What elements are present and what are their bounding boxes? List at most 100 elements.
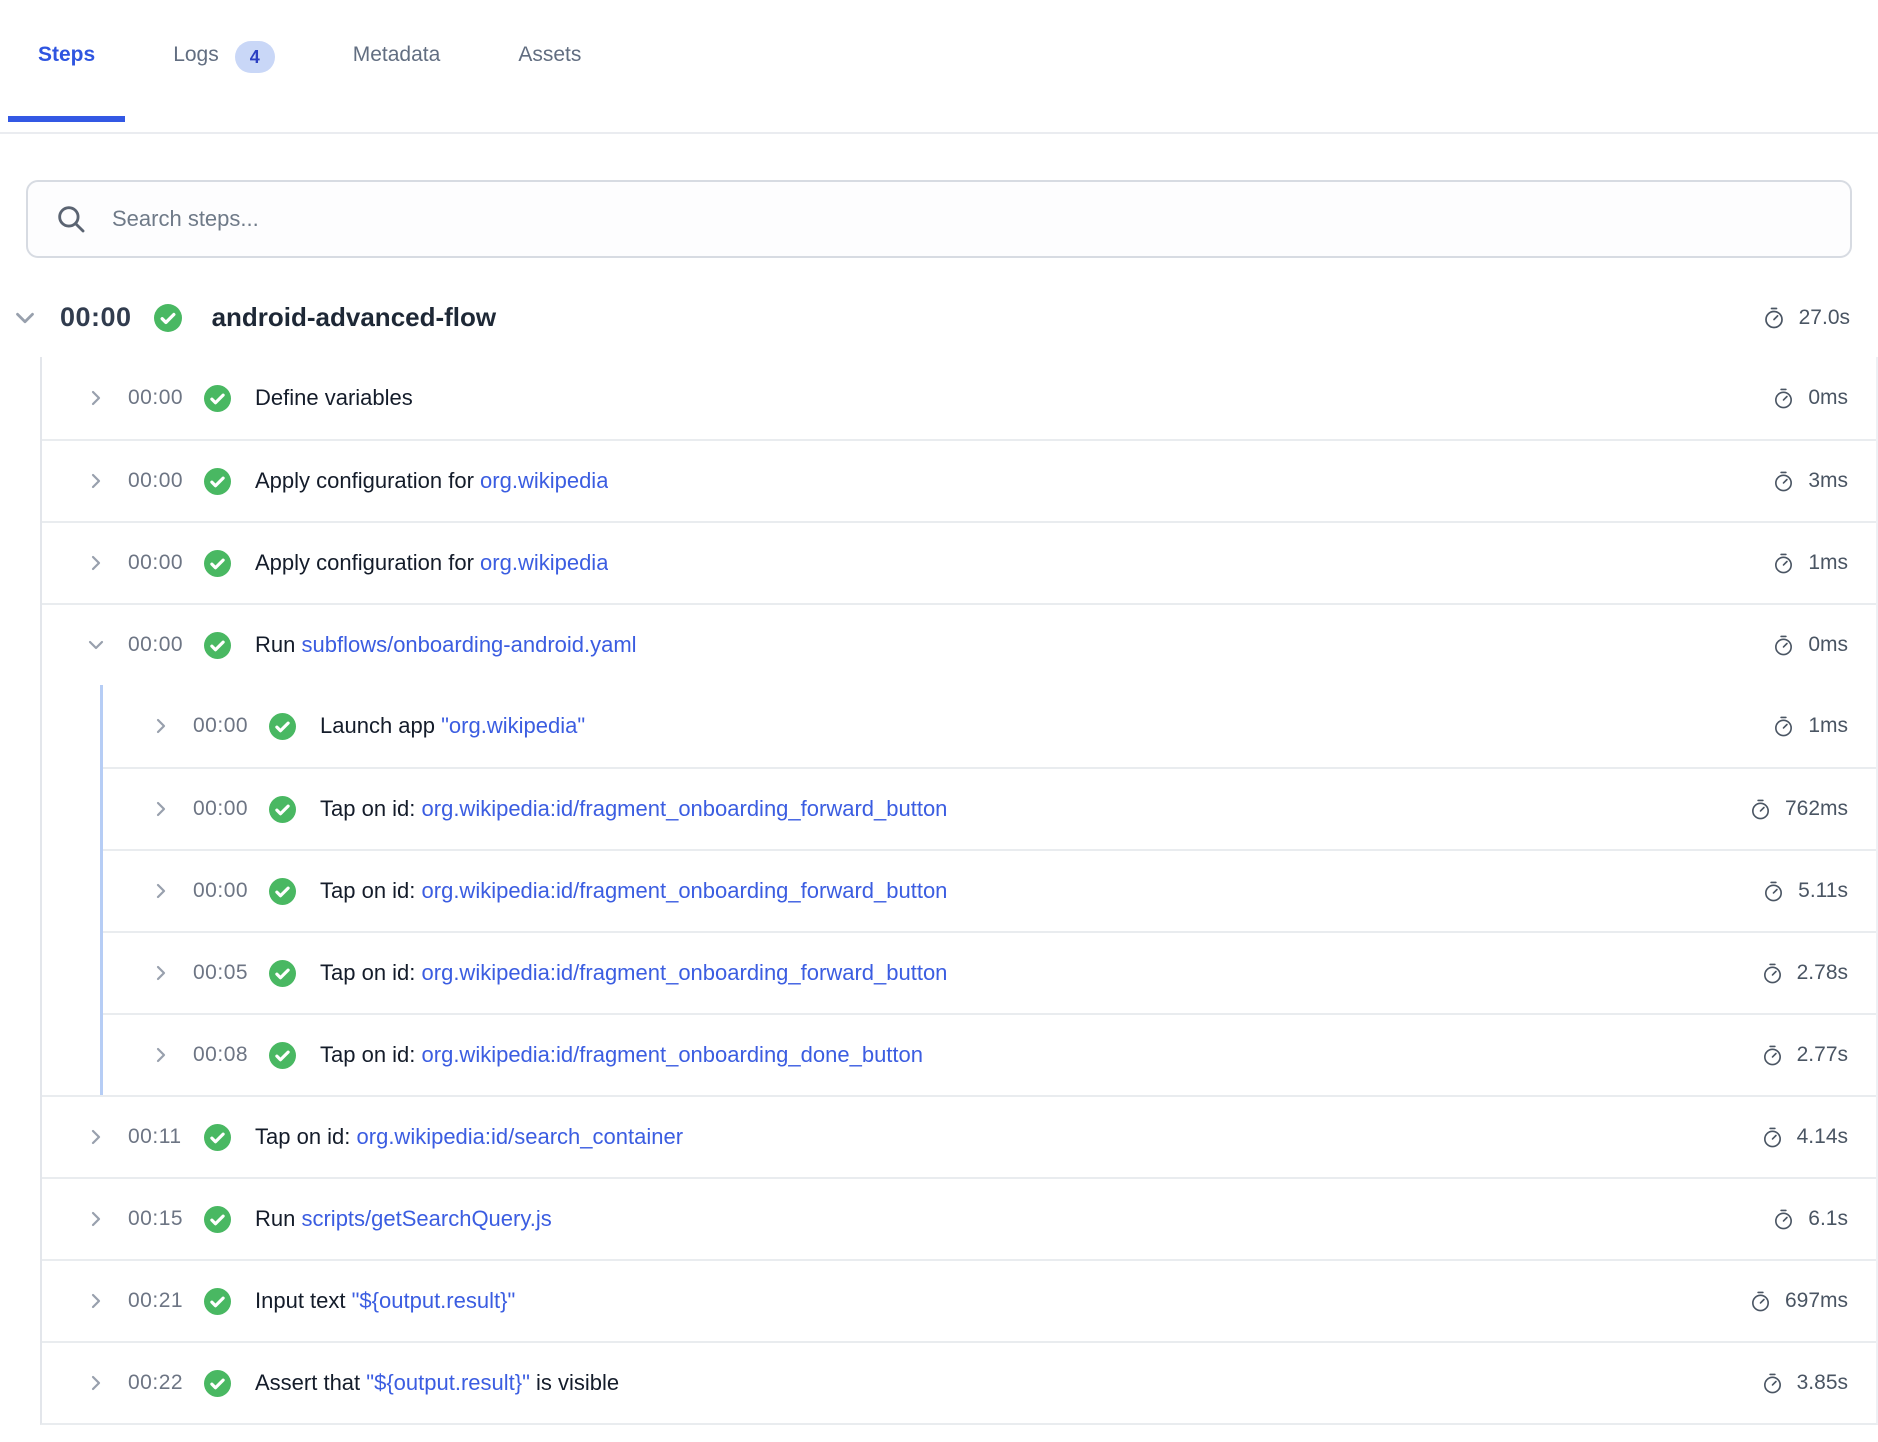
step-duration-text: 4.14s — [1797, 1125, 1848, 1149]
step-row[interactable]: 00:00Tap on id: org.wikipedia:id/fragmen… — [103, 767, 1876, 849]
stopwatch-icon — [1772, 552, 1795, 575]
step-row[interactable]: 00:00Apply configuration for org.wikiped… — [42, 439, 1876, 521]
step-duration-text: 697ms — [1785, 1289, 1848, 1313]
step-text: Run — [255, 632, 301, 657]
chevron-right-icon[interactable] — [84, 386, 108, 410]
tab-steps[interactable]: Steps — [8, 40, 125, 132]
step-link[interactable]: org.wikipedia:id/fragment_onboarding_for… — [422, 960, 948, 985]
success-check-icon — [269, 878, 296, 905]
tab-logs-label: Logs — [173, 40, 219, 70]
success-check-icon — [204, 1288, 231, 1315]
step-row[interactable]: 00:00Launch app "org.wikipedia"1ms — [103, 685, 1876, 767]
stopwatch-icon — [1772, 715, 1795, 738]
stopwatch-icon — [1761, 962, 1784, 985]
step-duration: 0ms — [1772, 386, 1848, 410]
chevron-right-icon[interactable] — [149, 879, 173, 903]
step-text: Launch app — [320, 713, 441, 738]
step-label: Tap on id: org.wikipedia:id/fragment_onb… — [320, 878, 947, 904]
chevron-right-icon[interactable] — [84, 551, 108, 575]
step-row[interactable]: 00:00Tap on id: org.wikipedia:id/fragmen… — [103, 849, 1876, 931]
stopwatch-icon — [1761, 1372, 1784, 1395]
success-check-icon — [204, 632, 231, 659]
stopwatch-icon — [1749, 798, 1772, 821]
step-row[interactable]: 00:08Tap on id: org.wikipedia:id/fragmen… — [103, 1013, 1876, 1095]
step-link[interactable]: subflows/onboarding-android.yaml — [301, 632, 636, 657]
step-text: Tap on id: — [320, 878, 422, 903]
success-check-icon — [154, 304, 182, 332]
chevron-right-icon[interactable] — [149, 1043, 173, 1067]
step-text: Assert that — [255, 1370, 366, 1395]
step-timestamp: 00:00 — [128, 633, 188, 657]
step-duration: 2.78s — [1761, 961, 1848, 985]
tab-logs[interactable]: Logs 4 — [143, 40, 305, 132]
success-check-icon — [269, 1042, 296, 1069]
success-check-icon — [204, 1206, 231, 1233]
step-link[interactable]: org.wikipedia:id/fragment_onboarding_for… — [422, 796, 948, 821]
step-row[interactable]: 00:00 Run subflows/onboarding-android.yam… — [42, 603, 1876, 685]
chevron-right-icon[interactable] — [84, 1207, 108, 1231]
chevron-right-icon[interactable] — [84, 1125, 108, 1149]
step-text: Run — [255, 1206, 301, 1231]
tab-assets[interactable]: Assets — [488, 40, 611, 132]
step-duration-text: 762ms — [1785, 797, 1848, 821]
tab-metadata-label: Metadata — [353, 40, 441, 70]
step-link[interactable]: org.wikipedia — [480, 468, 608, 493]
step-duration-text: 6.1s — [1808, 1207, 1848, 1231]
chevron-right-icon[interactable] — [84, 1289, 108, 1313]
step-timestamp: 00:21 — [128, 1289, 188, 1313]
step-link[interactable]: org.wikipedia — [480, 550, 608, 575]
success-check-icon — [204, 1124, 231, 1151]
step-text: is visible — [530, 1370, 619, 1395]
step-link[interactable]: "${output.result}" — [352, 1288, 516, 1313]
tab-metadata[interactable]: Metadata — [323, 40, 471, 132]
success-check-icon — [204, 468, 231, 495]
step-link[interactable]: "org.wikipedia" — [441, 713, 585, 738]
success-check-icon — [269, 960, 296, 987]
step-row[interactable]: 00:22Assert that "${output.result}" is v… — [42, 1341, 1876, 1423]
step-row[interactable]: 00:00Define variables0ms — [42, 357, 1876, 439]
step-label: Tap on id: org.wikipedia:id/search_conta… — [255, 1124, 683, 1150]
step-duration: 2.77s — [1761, 1043, 1848, 1067]
step-row[interactable]: 00:21 Input text "${output.result}" 697ms — [42, 1259, 1876, 1341]
step-label: Apply configuration for org.wikipedia — [255, 550, 608, 576]
step-row[interactable]: 00:11Tap on id: org.wikipedia:id/search_… — [42, 1095, 1876, 1177]
step-duration-text: 5.11s — [1798, 879, 1848, 903]
flow-duration-text: 27.0s — [1799, 306, 1850, 330]
step-timestamp: 00:15 — [128, 1207, 188, 1231]
search-section — [26, 180, 1852, 258]
step-label: Tap on id: org.wikipedia:id/fragment_onb… — [320, 796, 947, 822]
success-check-icon — [269, 713, 296, 740]
stopwatch-icon — [1772, 387, 1795, 410]
step-link[interactable]: "${output.result}" — [366, 1370, 530, 1395]
step-text: Input text — [255, 1288, 352, 1313]
step-link[interactable]: scripts/getSearchQuery.js — [301, 1206, 551, 1231]
chevron-down-icon[interactable] — [84, 633, 108, 657]
chevron-right-icon[interactable] — [149, 714, 173, 738]
stopwatch-icon — [1762, 880, 1785, 903]
step-link[interactable]: org.wikipedia:id/fragment_onboarding_for… — [422, 878, 948, 903]
chevron-right-icon[interactable] — [84, 1371, 108, 1395]
step-row[interactable]: 00:15 Run scripts/getSearchQuery.js 6.1s — [42, 1177, 1876, 1259]
step-row[interactable]: 00:00 Apply configuration for org.wikiped… — [42, 521, 1876, 603]
chevron-right-icon[interactable] — [84, 469, 108, 493]
chevron-down-icon[interactable] — [10, 303, 40, 333]
step-row[interactable]: 00:05Tap on id: org.wikipedia:id/fragmen… — [103, 931, 1876, 1013]
step-label: Launch app "org.wikipedia" — [320, 713, 585, 739]
search-input[interactable] — [112, 182, 1824, 256]
step-timestamp: 00:00 — [193, 714, 253, 738]
search-box[interactable] — [26, 180, 1852, 258]
stopwatch-icon — [1772, 470, 1795, 493]
chevron-right-icon[interactable] — [149, 961, 173, 985]
step-duration: 1ms — [1772, 551, 1848, 575]
step-label: Run subflows/onboarding-android.yaml — [255, 632, 637, 658]
step-link[interactable]: org.wikipedia:id/search_container — [357, 1124, 684, 1149]
step-duration-text: 3.85s — [1797, 1371, 1848, 1395]
step-text: Tap on id: — [320, 960, 422, 985]
chevron-right-icon[interactable] — [149, 797, 173, 821]
flow-timestamp: 00:00 — [60, 302, 132, 333]
step-label: Input text "${output.result}" — [255, 1288, 515, 1314]
tab-steps-label: Steps — [38, 40, 95, 70]
step-timestamp: 00:00 — [128, 551, 188, 575]
flow-root-row[interactable]: 00:00 android-advanced-flow 27.0s — [0, 276, 1878, 357]
step-link[interactable]: org.wikipedia:id/fragment_onboarding_don… — [422, 1042, 923, 1067]
